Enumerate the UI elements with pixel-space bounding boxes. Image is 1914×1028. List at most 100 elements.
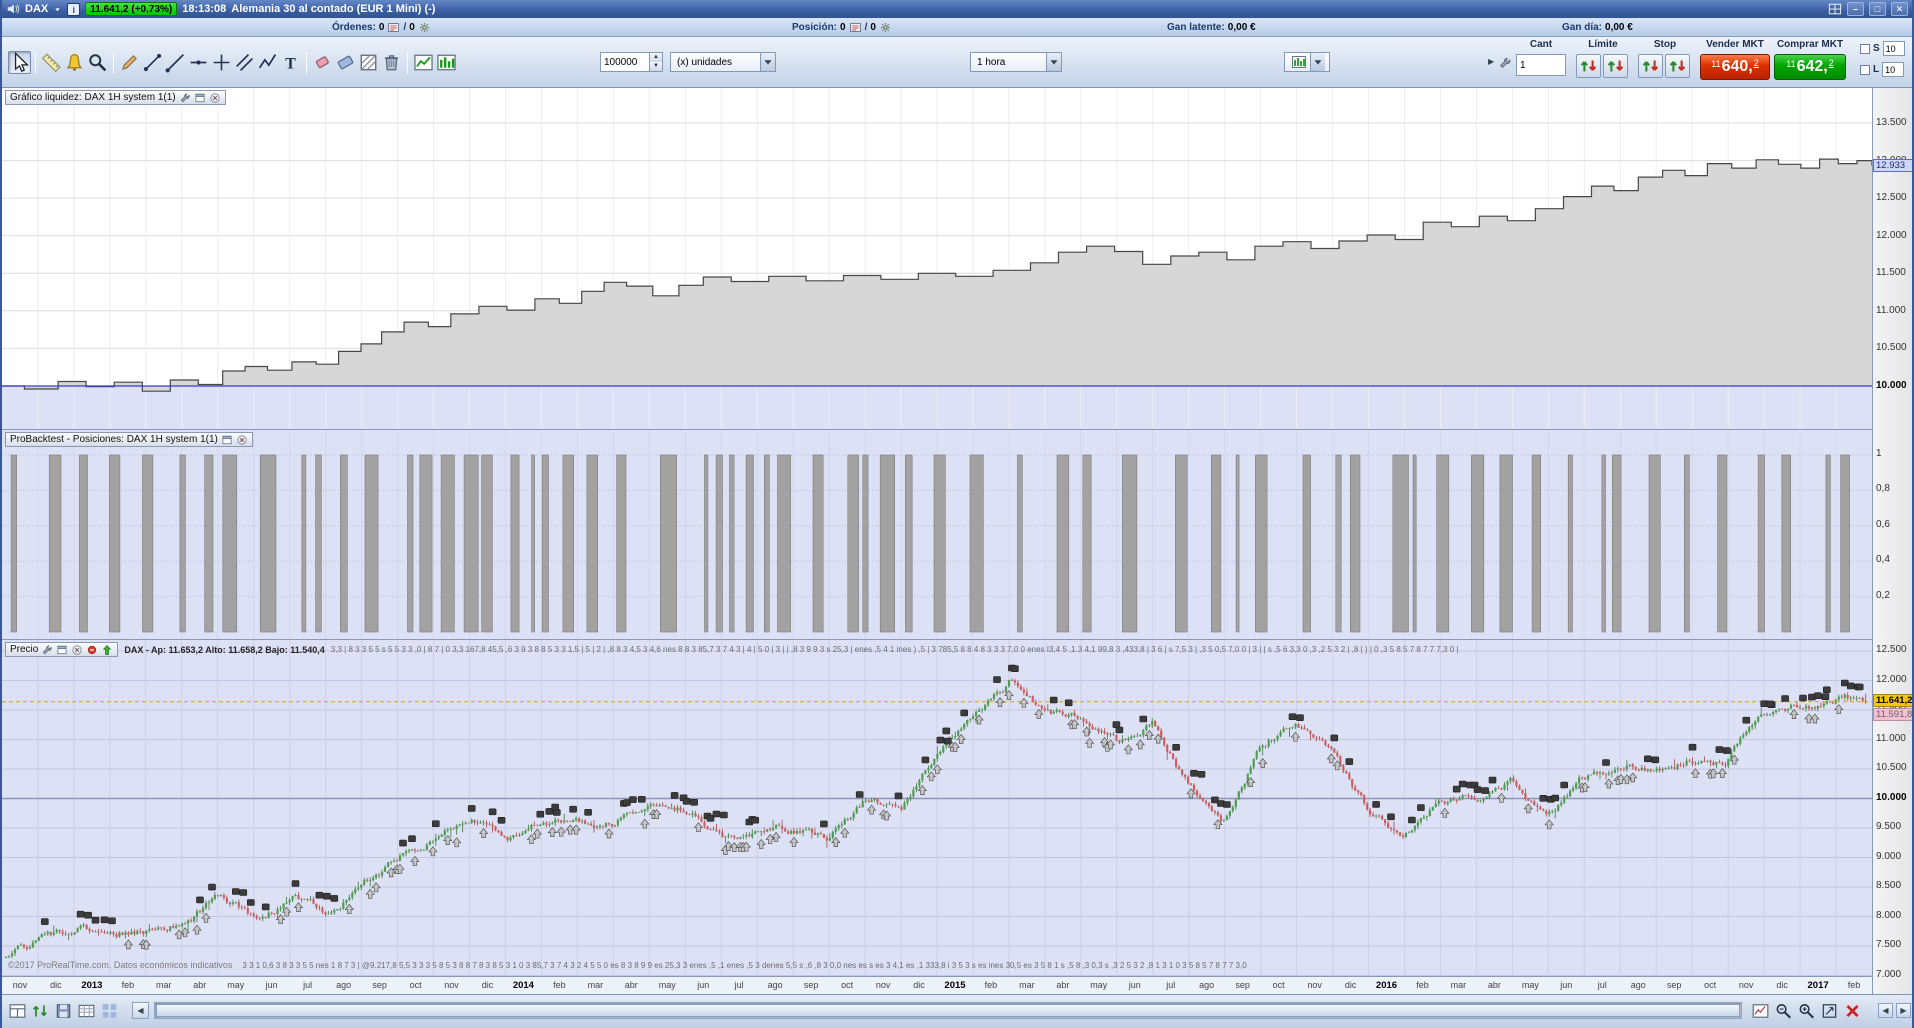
timeframe-select[interactable]: 1 hora xyxy=(970,52,1062,72)
units-select[interactable]: (x) unidades xyxy=(670,52,776,72)
tool-segment-button[interactable] xyxy=(141,51,164,74)
page-prev-button[interactable]: ◀ xyxy=(1878,1003,1893,1018)
latent-gain: Gan latente: 0,00 € xyxy=(1167,18,1256,37)
position-list-icon[interactable] xyxy=(849,21,862,34)
tool-hline-button[interactable] xyxy=(187,51,210,74)
position-settings-gear-icon[interactable] xyxy=(879,21,892,34)
y-axis-label: 13.500 xyxy=(1876,117,1907,128)
tool-pattern-button[interactable] xyxy=(357,51,380,74)
tool-strategy-button[interactable] xyxy=(435,51,458,74)
buy-marker-icon[interactable] xyxy=(101,644,113,656)
wrench-icon[interactable] xyxy=(179,92,191,104)
wrench-icon[interactable] xyxy=(41,644,53,656)
equity-panel-tab[interactable]: Gráfico liquidez: DAX 1H system 1(1) xyxy=(5,90,226,105)
tool-alarm-button[interactable] xyxy=(63,51,86,74)
restore-button[interactable]: □ xyxy=(1869,2,1886,16)
order-panel-expander[interactable]: ▶ xyxy=(1488,57,1494,66)
sell-market-button[interactable]: 11 640, 2 xyxy=(1700,54,1770,80)
instrument-info-icon[interactable]: i xyxy=(67,2,81,16)
close-icon[interactable] xyxy=(236,434,248,446)
zoom-in-button[interactable] xyxy=(1796,1001,1817,1021)
tool-text-button[interactable]: T xyxy=(279,51,302,74)
x-axis-label: feb xyxy=(1847,980,1861,990)
x-axis-label: oct xyxy=(409,980,422,990)
tool-crosshair-button[interactable] xyxy=(210,51,233,74)
swap-button[interactable] xyxy=(30,1001,51,1021)
bottom-toolbar: ◀ ◀ ▶ xyxy=(2,994,1912,1028)
zoom-out-button[interactable] xyxy=(1773,1001,1794,1021)
close-button[interactable]: ✕ xyxy=(1891,2,1908,16)
orders-list-icon[interactable] xyxy=(387,21,400,34)
page-next-button[interactable]: ▶ xyxy=(1896,1003,1911,1018)
tool-trash-button[interactable] xyxy=(380,51,403,74)
close-icon[interactable] xyxy=(71,644,83,656)
price-panel-tab[interactable]: Precio xyxy=(5,642,119,657)
positions-panel-tab[interactable]: ProBacktest - Posiciones: DAX 1H system … xyxy=(5,432,253,447)
quantity-input[interactable] xyxy=(600,52,650,72)
chevron-down-icon[interactable] xyxy=(53,5,62,14)
sell-stop-button[interactable] xyxy=(1638,54,1663,78)
chart-type-select[interactable] xyxy=(1284,52,1330,72)
price-panel: Precio DAX - Ap: 11.653,2 Alto: 11.658,2… xyxy=(2,639,1872,976)
window-icon[interactable] xyxy=(56,644,68,656)
sell-limit-button[interactable] xyxy=(1576,54,1601,78)
close-icon[interactable] xyxy=(209,92,221,104)
equity-chart-canvas[interactable] xyxy=(2,88,1872,429)
limit-checkbox[interactable] xyxy=(1860,64,1870,75)
buy-limit-button[interactable] xyxy=(1603,54,1628,78)
scrollbar-thumb[interactable] xyxy=(156,1004,1740,1017)
minimize-button[interactable]: – xyxy=(1847,2,1864,16)
order-quantity-input[interactable] xyxy=(1516,54,1566,76)
tool-parallel-button[interactable] xyxy=(233,51,256,74)
y-axis-label: 9.500 xyxy=(1876,821,1902,832)
tool-zigzag-button[interactable] xyxy=(256,51,279,74)
price-chart-canvas[interactable] xyxy=(2,640,1872,976)
time-axis[interactable]: nov dic 2013 feb mar abr may jun jul ago sep oct nov… xyxy=(2,976,1872,994)
tool-cursor-button[interactable] xyxy=(8,51,31,74)
x-axis-label: mar xyxy=(587,980,604,990)
positions-panel: ProBacktest - Posiciones: DAX 1H system … xyxy=(2,429,1872,639)
buy-market-button[interactable]: 11 642, 2 xyxy=(1774,54,1846,80)
tool-ray-button[interactable] xyxy=(164,51,187,74)
stop-limit-quick-settings: S L xyxy=(1860,41,1912,83)
tool-zoom-button[interactable] xyxy=(86,51,109,74)
close-red-button[interactable] xyxy=(1842,1001,1863,1021)
fit-button[interactable] xyxy=(1819,1001,1840,1021)
sell-marker-icon[interactable] xyxy=(86,644,98,656)
limit-points-input[interactable] xyxy=(1882,62,1905,77)
window-icon[interactable] xyxy=(221,434,233,446)
instrument-name[interactable]: DAX xyxy=(25,3,48,15)
tool-eraser-button[interactable] xyxy=(311,51,334,74)
scroll-left-button[interactable]: ◀ xyxy=(132,1002,149,1019)
stop-checkbox[interactable] xyxy=(1860,43,1870,54)
panes-button[interactable] xyxy=(7,1001,28,1021)
volume-icon[interactable] xyxy=(6,2,20,16)
toolbar-separator xyxy=(113,51,114,74)
buy-stop-button[interactable] xyxy=(1665,54,1690,78)
tool-ruler-button[interactable] xyxy=(40,51,63,74)
window-icon[interactable] xyxy=(194,92,206,104)
x-axis-label: sep xyxy=(1666,980,1682,990)
x-axis-label: oct xyxy=(1272,980,1285,990)
y-axis-label: 12.000 xyxy=(1876,229,1907,241)
chart-mini-button[interactable] xyxy=(1750,1001,1771,1021)
candlestick-chart-icon xyxy=(1288,54,1310,70)
tool-eraser-all-button[interactable] xyxy=(334,51,357,74)
table-button[interactable] xyxy=(76,1001,97,1021)
svg-text:T: T xyxy=(285,55,296,72)
order-settings-wrench-icon[interactable] xyxy=(1498,56,1512,70)
orders-settings-gear-icon[interactable] xyxy=(418,21,431,34)
x-axis-label: mar xyxy=(1450,980,1467,990)
tool-indicator-button[interactable] xyxy=(412,51,435,74)
stop-points-input[interactable] xyxy=(1882,41,1905,56)
layout-grid-icon[interactable] xyxy=(1828,2,1842,16)
grid-button[interactable] xyxy=(99,1001,120,1021)
quantity-stepper[interactable]: ▲ ▼ xyxy=(650,52,663,72)
cant-label: Cant xyxy=(1529,39,1553,50)
horizontal-scrollbar[interactable] xyxy=(154,1002,1742,1019)
position-label: Posición: xyxy=(792,22,838,33)
positions-chart-canvas[interactable] xyxy=(2,430,1872,639)
save-button[interactable] xyxy=(53,1001,74,1021)
price-axis-column[interactable]: 13.50013.00012.50012.00011.50011.00010.5… xyxy=(1872,88,1912,994)
tool-pencil-button[interactable] xyxy=(118,51,141,74)
